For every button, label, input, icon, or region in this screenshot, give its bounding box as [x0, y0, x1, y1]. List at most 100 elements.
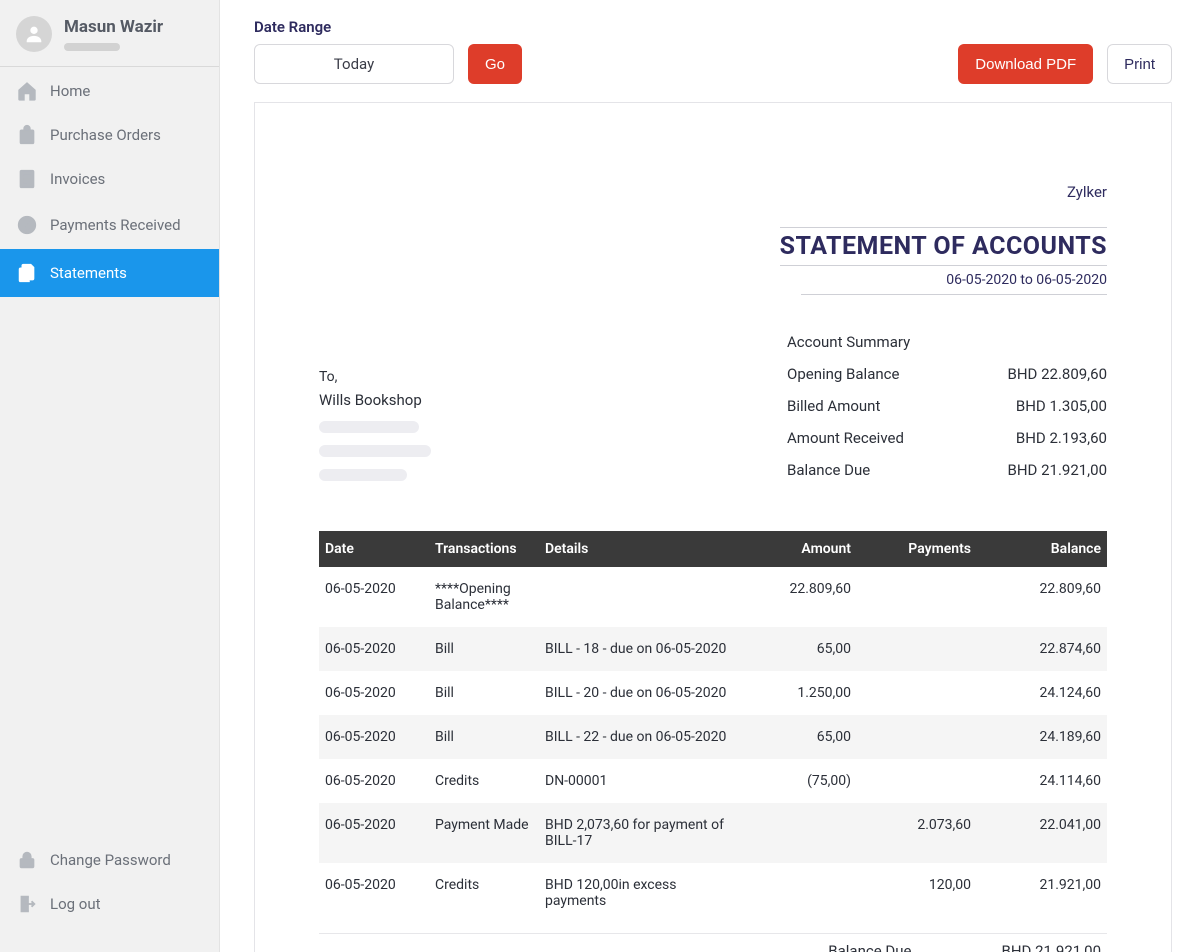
sidebar: Masun Wazir Home Purchase Orders [0, 0, 220, 952]
sidebar-item-label: Log out [50, 895, 101, 913]
balance-due-label: Balance Due [828, 942, 911, 952]
invoice-icon [16, 168, 38, 190]
print-button[interactable]: Print [1107, 44, 1172, 84]
cell-payments [857, 671, 977, 715]
summary-title: Account Summary [787, 333, 1107, 351]
summary-label: Amount Received [787, 429, 904, 447]
to-name: Wills Bookshop [319, 391, 727, 409]
sidebar-item-label: Purchase Orders [50, 126, 161, 144]
table-row: 06-05-2020CreditsBHD 120,00in excess pay… [319, 863, 1107, 923]
cell-date: 06-05-2020 [319, 715, 429, 759]
company-name: Zylker [319, 183, 1107, 201]
cell-date: 06-05-2020 [319, 567, 429, 627]
user-block: Masun Wazir [0, 0, 219, 67]
cell-details: BHD 2,073,60 for payment of BILL-17 [539, 803, 747, 863]
transactions-table: Date Transactions Details Amount Payment… [319, 531, 1107, 923]
date-range-select[interactable]: Today [254, 44, 454, 84]
cell-details: BHD 120,00in excess payments [539, 863, 747, 923]
cell-txn: Bill [429, 715, 539, 759]
address-placeholder [319, 421, 419, 433]
sidebar-item-label: Invoices [50, 170, 105, 188]
balance-due-footer: Balance Due BHD 21.921,00 [319, 933, 1107, 952]
column-amount: Amount [747, 531, 857, 567]
cell-details: BILL - 18 - due on 06-05-2020 [539, 627, 747, 671]
cell-amount: (75,00) [747, 759, 857, 803]
address-placeholder [319, 469, 407, 481]
summary-row: Amount Received BHD 2.193,60 [787, 429, 1107, 447]
cell-balance: 22.809,60 [977, 567, 1107, 627]
lock-icon [16, 849, 38, 871]
sidebar-item-label: Home [50, 82, 90, 100]
cell-txn: Credits [429, 863, 539, 923]
statement-to: To, Wills Bookshop [319, 333, 727, 493]
cell-payments [857, 567, 977, 627]
table-row: 06-05-2020CreditsDN-00001(75,00)24.114,6… [319, 759, 1107, 803]
summary-row: Balance Due BHD 21.921,00 [787, 461, 1107, 479]
go-button[interactable]: Go [468, 44, 522, 84]
statement-card: Zylker STATEMENT OF ACCOUNTS 06-05-2020 … [254, 102, 1172, 952]
cell-date: 06-05-2020 [319, 803, 429, 863]
cell-details: DN-00001 [539, 759, 747, 803]
summary-label: Balance Due [787, 461, 870, 479]
table-row: 06-05-2020BillBILL - 18 - due on 06-05-2… [319, 627, 1107, 671]
column-balance: Balance [977, 531, 1107, 567]
cell-balance: 24.114,60 [977, 759, 1107, 803]
cell-amount [747, 863, 857, 923]
table-row: 06-05-2020BillBILL - 20 - due on 06-05-2… [319, 671, 1107, 715]
download-pdf-button[interactable]: Download PDF [958, 44, 1093, 84]
sidebar-item-statements[interactable]: Statements [0, 249, 219, 297]
summary-value: BHD 1.305,00 [1016, 397, 1107, 415]
cell-date: 06-05-2020 [319, 759, 429, 803]
column-txn: Transactions [429, 531, 539, 567]
cell-balance: 21.921,00 [977, 863, 1107, 923]
cell-txn: Bill [429, 671, 539, 715]
address-placeholder [319, 445, 431, 457]
account-summary: Account Summary Opening Balance BHD 22.8… [787, 333, 1107, 493]
avatar [16, 16, 52, 52]
cell-details: BILL - 22 - due on 06-05-2020 [539, 715, 747, 759]
dollar-circle-icon [16, 214, 38, 236]
sidebar-bottom: Change Password Log out [0, 838, 219, 952]
cell-amount: 65,00 [747, 715, 857, 759]
cell-txn: Bill [429, 627, 539, 671]
sidebar-item-purchase-orders[interactable]: Purchase Orders [0, 113, 219, 157]
cell-details [539, 567, 747, 627]
summary-row: Billed Amount BHD 1.305,00 [787, 397, 1107, 415]
main: Date Range Today Go Download PDF Print Z… [220, 0, 1200, 952]
cell-balance: 22.041,00 [977, 803, 1107, 863]
document-copy-icon [16, 262, 38, 284]
sidebar-item-home[interactable]: Home [0, 69, 219, 113]
sidebar-item-log-out[interactable]: Log out [0, 882, 219, 926]
user-name: Masun Wazir [64, 17, 163, 37]
statement-period: 06-05-2020 to 06-05-2020 [801, 272, 1107, 295]
table-row: 06-05-2020Payment MadeBHD 2,073,60 for p… [319, 803, 1107, 863]
sidebar-item-invoices[interactable]: Invoices [0, 157, 219, 201]
cell-date: 06-05-2020 [319, 863, 429, 923]
to-label: To, [319, 369, 727, 385]
summary-row: Opening Balance BHD 22.809,60 [787, 365, 1107, 383]
logout-icon [16, 893, 38, 915]
balance-due-value: BHD 21.921,00 [1001, 942, 1101, 952]
cell-payments: 120,00 [857, 863, 977, 923]
statement-head: STATEMENT OF ACCOUNTS 06-05-2020 to 06-0… [319, 227, 1107, 295]
sidebar-item-change-password[interactable]: Change Password [0, 838, 219, 882]
bag-icon [16, 124, 38, 146]
sidebar-item-label: Statements [50, 264, 127, 282]
cell-payments [857, 627, 977, 671]
cell-balance: 24.189,60 [977, 715, 1107, 759]
cell-txn: ****Opening Balance**** [429, 567, 539, 627]
cell-amount: 65,00 [747, 627, 857, 671]
statement-title: STATEMENT OF ACCOUNTS [780, 227, 1107, 266]
date-range-label: Date Range [254, 18, 1172, 36]
column-date: Date [319, 531, 429, 567]
nav: Home Purchase Orders Invoices Payments R… [0, 67, 219, 838]
column-payments: Payments [857, 531, 977, 567]
cell-date: 06-05-2020 [319, 671, 429, 715]
summary-label: Billed Amount [787, 397, 880, 415]
home-icon [16, 80, 38, 102]
summary-label: Opening Balance [787, 365, 899, 383]
summary-value: BHD 22.809,60 [1007, 365, 1107, 383]
summary-value: BHD 2.193,60 [1016, 429, 1107, 447]
sidebar-item-payments-received[interactable]: Payments Received [0, 201, 219, 249]
cell-payments [857, 759, 977, 803]
